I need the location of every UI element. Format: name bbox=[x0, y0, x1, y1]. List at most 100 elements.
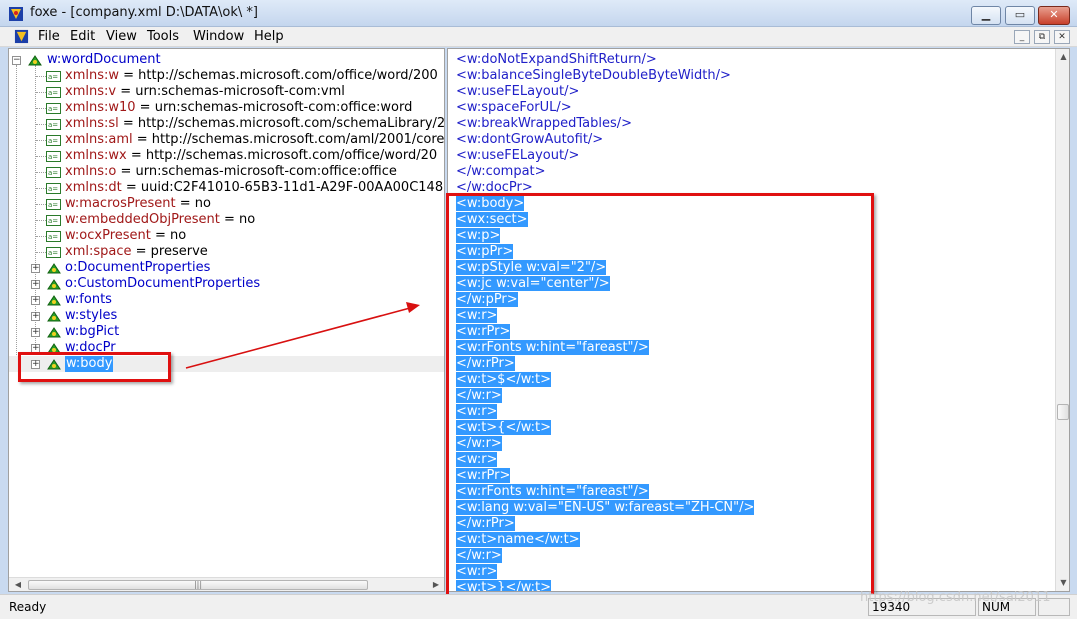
menu-window[interactable]: Window bbox=[193, 29, 244, 44]
attribute-value: = preserve bbox=[131, 244, 208, 259]
foxe-app-icon[interactable] bbox=[8, 6, 24, 22]
tree-node-child[interactable]: + o:DocumentProperties bbox=[9, 260, 444, 276]
attribute-name: xmlns:aml bbox=[65, 132, 133, 147]
attribute-value: = urn:schemas-microsoft-com:office:offic… bbox=[116, 164, 397, 179]
element-icon bbox=[47, 295, 61, 306]
attribute-name: xmlns:w bbox=[65, 68, 119, 83]
watermark: https://blog.csdn.net/sai2011 bbox=[860, 590, 1051, 605]
tree-guide-line bbox=[36, 220, 46, 221]
element-icon bbox=[47, 263, 61, 274]
tree-attribute-row[interactable]: a= xmlns:wx = http://schemas.microsoft.co… bbox=[9, 148, 444, 164]
tree-guide-line bbox=[36, 156, 46, 157]
menu-file[interactable]: File bbox=[38, 29, 60, 44]
svg-text:a=: a= bbox=[48, 105, 58, 113]
scrollbar-thumb[interactable]: ||| bbox=[28, 580, 368, 590]
element-icon bbox=[47, 279, 61, 290]
horizontal-scrollbar[interactable]: ◀ ||| ▶ bbox=[9, 577, 444, 591]
source-line[interactable]: <w:dontGrowAutofit/> bbox=[456, 132, 603, 148]
svg-text:a=: a= bbox=[48, 169, 58, 177]
menu-tools[interactable]: Tools bbox=[147, 29, 179, 44]
tree-attribute-row[interactable]: a= xmlns:v = urn:schemas-microsoft-com:vm… bbox=[9, 84, 444, 100]
source-line-text: <w:dontGrowAutofit/> bbox=[456, 132, 604, 147]
source-line[interactable]: <w:balanceSingleByteDoubleByteWidth/> bbox=[456, 68, 731, 84]
source-line[interactable]: <w:useFELayout/> bbox=[456, 84, 579, 100]
attribute-icon: a= bbox=[46, 215, 61, 226]
tree-attribute-row[interactable]: a= w:embeddedObjPresent = no bbox=[9, 212, 444, 228]
tree-attribute-row[interactable]: a= xmlns:w = http://schemas.microsoft.com… bbox=[9, 68, 444, 84]
attribute-value: = urn:schemas-microsoft-com:vml bbox=[116, 84, 345, 99]
expand-icon[interactable]: + bbox=[31, 296, 40, 305]
svg-text:a=: a= bbox=[48, 137, 58, 145]
expand-icon[interactable]: + bbox=[31, 328, 40, 337]
svg-text:a=: a= bbox=[48, 73, 58, 81]
scroll-left-icon[interactable]: ◀ bbox=[11, 579, 25, 591]
attribute-name: xmlns:dt bbox=[65, 180, 122, 195]
menu-bar: File Edit View Tools Window Help _ ⧉ ✕ bbox=[0, 27, 1077, 47]
attribute-name: xml:space bbox=[65, 244, 132, 259]
scroll-up-icon[interactable]: ▲ bbox=[1056, 50, 1069, 64]
attribute-icon: a= bbox=[46, 183, 61, 194]
attribute-value: = http://schemas.microsoft.com/aml/2001/… bbox=[132, 132, 445, 147]
source-line-text: <w:spaceForUL/> bbox=[456, 100, 572, 115]
tree-attribute-row[interactable]: a= xmlns:dt = uuid:C2F41010-65B3-11d1-A29… bbox=[9, 180, 444, 196]
menu-view[interactable]: View bbox=[106, 29, 137, 44]
element-icon bbox=[28, 55, 42, 66]
tree-node-child[interactable]: + w:fonts bbox=[9, 292, 444, 308]
tree-guide-line bbox=[36, 204, 46, 205]
expand-icon[interactable]: + bbox=[31, 312, 40, 321]
tree-node-label: w:wordDocument bbox=[47, 52, 161, 67]
maximize-button[interactable]: ▭ bbox=[1005, 6, 1035, 25]
scroll-down-icon[interactable]: ▼ bbox=[1056, 576, 1069, 590]
collapse-icon[interactable]: − bbox=[12, 56, 21, 65]
document-icon[interactable] bbox=[14, 29, 29, 44]
source-line-text: <w:useFELayout/> bbox=[456, 148, 580, 163]
attribute-value: = uuid:C2F41010-65B3-11d1-A29F-00AA00C14… bbox=[121, 180, 444, 195]
close-button[interactable]: ✕ bbox=[1038, 6, 1070, 25]
annotation-box-tree bbox=[18, 352, 171, 382]
mdi-close-button[interactable]: ✕ bbox=[1054, 30, 1070, 44]
attribute-icon: a= bbox=[46, 199, 61, 210]
source-line-text: <w:breakWrappedTables/> bbox=[456, 116, 632, 131]
svg-text:a=: a= bbox=[48, 89, 58, 97]
source-line[interactable]: </w:compat> bbox=[456, 164, 546, 180]
mdi-minimize-button[interactable]: _ bbox=[1014, 30, 1030, 44]
tree-attribute-row[interactable]: a= w:macrosPresent = no bbox=[9, 196, 444, 212]
expand-icon[interactable]: + bbox=[31, 280, 40, 289]
window-title: foxe - [company.xml D:\DATA\ok\ *] bbox=[30, 5, 258, 20]
tree-attribute-row[interactable]: a= xmlns:sl = http://schemas.microsoft.co… bbox=[9, 116, 444, 132]
tree-node-root[interactable]: − w:wordDocument bbox=[9, 52, 444, 68]
mdi-restore-button[interactable]: ⧉ bbox=[1034, 30, 1050, 44]
tree-guide-line bbox=[36, 172, 46, 173]
tree-attribute-row[interactable]: a= w:ocxPresent = no bbox=[9, 228, 444, 244]
source-line-text: </w:compat> bbox=[456, 164, 546, 179]
source-line[interactable]: <w:breakWrappedTables/> bbox=[456, 116, 632, 132]
minimize-button[interactable]: ▁ bbox=[971, 6, 1001, 25]
scroll-right-icon[interactable]: ▶ bbox=[429, 579, 443, 591]
attribute-name: w:embeddedObjPresent bbox=[65, 212, 220, 227]
tree-attribute-row[interactable]: a= xml:space = preserve bbox=[9, 244, 444, 260]
tree-guide-line bbox=[36, 252, 46, 253]
source-line[interactable]: <w:doNotExpandShiftReturn/> bbox=[456, 52, 657, 68]
tree-pane[interactable]: − w:wordDocument a= xmlns:w = http://sche… bbox=[8, 48, 445, 592]
tree-node-label: w:styles bbox=[65, 308, 118, 323]
tree-node-child[interactable]: + o:CustomDocumentProperties bbox=[9, 276, 444, 292]
svg-text:a=: a= bbox=[48, 185, 58, 193]
attribute-icon: a= bbox=[46, 103, 61, 114]
menu-help[interactable]: Help bbox=[254, 29, 284, 44]
scrollbar-thumb[interactable] bbox=[1057, 404, 1069, 420]
vertical-scrollbar[interactable]: ▲ ▼ bbox=[1055, 49, 1069, 591]
svg-text:a=: a= bbox=[48, 201, 58, 209]
tree-attribute-row[interactable]: a= xmlns:o = urn:schemas-microsoft-com:of… bbox=[9, 164, 444, 180]
tree-node-child[interactable]: + w:styles bbox=[9, 308, 444, 324]
source-line[interactable]: <w:spaceForUL/> bbox=[456, 100, 572, 116]
expand-icon[interactable]: + bbox=[31, 264, 40, 273]
attribute-value: = http://schemas.microsoft.com/office/wo… bbox=[126, 148, 438, 163]
menu-edit[interactable]: Edit bbox=[70, 29, 95, 44]
source-line[interactable]: <w:useFELayout/> bbox=[456, 148, 579, 164]
tree-node-child[interactable]: + w:bgPict bbox=[9, 324, 444, 340]
tree-attribute-row[interactable]: a= xmlns:w10 = urn:schemas-microsoft-com:… bbox=[9, 100, 444, 116]
attribute-value: = no bbox=[219, 212, 256, 227]
tree-attribute-row[interactable]: a= xmlns:aml = http://schemas.microsoft.c… bbox=[9, 132, 445, 148]
attribute-value: = http://schemas.microsoft.com/office/wo… bbox=[119, 68, 438, 83]
tree-guide-line bbox=[36, 92, 46, 93]
